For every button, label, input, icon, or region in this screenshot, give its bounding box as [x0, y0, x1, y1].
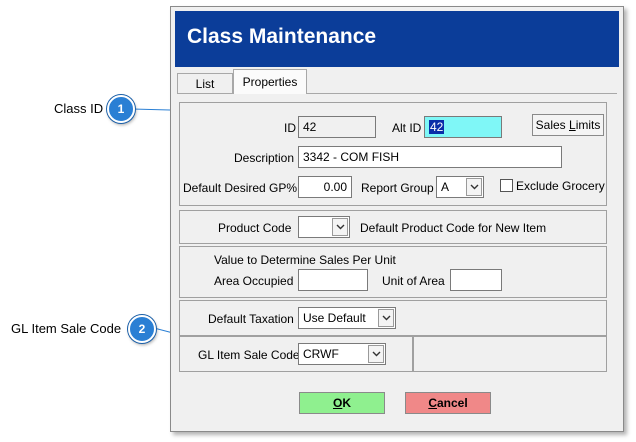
id-field[interactable]: 42 [298, 116, 376, 138]
cancel-button[interactable]: Cancel [405, 392, 491, 414]
ok-button-label: OK [332, 396, 351, 410]
gl-item-sale-code-label: GL Item Sale Code [198, 348, 300, 362]
gl-item-sale-code-value: CRWF [303, 347, 339, 361]
taxation-value: Use Default [303, 311, 366, 325]
gp-field[interactable]: 0.00 [298, 176, 352, 198]
title-bar: Class Maintenance [175, 11, 619, 67]
product-code-select[interactable] [298, 216, 350, 238]
taxation-select[interactable]: Use Default [298, 307, 396, 329]
window-title: Class Maintenance [187, 25, 377, 48]
alt-id-label: Alt ID [392, 121, 422, 135]
tab-list[interactable]: List [177, 73, 233, 94]
sales-limits-text: Sales Limits [535, 118, 601, 132]
properties-panel: ID 42 Alt ID 42 Sales Limits Description… [177, 93, 617, 428]
sales-per-unit-heading: Value to Determine Sales Per Unit [214, 253, 396, 267]
area-occupied-field[interactable] [298, 269, 368, 291]
gl-item-sale-code-group: GL Item Sale Code CRWF [179, 336, 413, 372]
alt-id-field[interactable]: 42 [424, 116, 502, 138]
callout-2-label: GL Item Sale Code [11, 321, 122, 336]
description-field[interactable]: 3342 - COM FISH [298, 146, 562, 168]
exclude-grocery-label: Exclude Grocery [516, 179, 605, 193]
taxation-group: Default Taxation Use Default [179, 300, 607, 336]
callout-1-label: Class ID [54, 101, 104, 116]
id-label: ID [284, 121, 296, 135]
report-group-select[interactable]: A [436, 176, 484, 198]
gl-side-group [413, 336, 607, 372]
ok-button[interactable]: OK [299, 392, 385, 414]
chevron-down-icon[interactable] [332, 218, 348, 236]
description-label: Description [234, 151, 295, 165]
class-maintenance-window: Class Maintenance List Properties ID 42 … [170, 6, 624, 432]
general-group: ID 42 Alt ID 42 Sales Limits Description… [179, 102, 607, 206]
tab-properties[interactable]: Properties [233, 69, 307, 94]
sales-per-unit-group: Value to Determine Sales Per Unit Area O… [179, 246, 607, 298]
sales-limits-button[interactable]: Sales Limits [532, 114, 604, 136]
exclude-grocery-checkbox[interactable] [500, 179, 513, 192]
product-code-group: Product Code Default Product Code for Ne… [179, 210, 607, 244]
cancel-button-label: Cancel [428, 396, 468, 410]
product-code-label: Product Code [218, 221, 292, 235]
callout-2-badge: 2 [128, 315, 156, 343]
unit-of-area-label: Unit of Area [382, 274, 445, 288]
callout-1-badge: 1 [107, 95, 135, 123]
area-occupied-label: Area Occupied [214, 274, 294, 288]
chevron-down-icon[interactable] [378, 309, 394, 327]
gp-label: Default Desired GP% [183, 181, 298, 195]
chevron-down-icon[interactable] [368, 345, 384, 363]
gl-item-sale-code-select[interactable]: CRWF [298, 343, 386, 365]
product-code-hint: Default Product Code for New Item [360, 221, 547, 235]
report-group-label: Report Group [361, 181, 434, 195]
unit-of-area-field[interactable] [450, 269, 502, 291]
taxation-label: Default Taxation [208, 312, 294, 326]
alt-id-value: 42 [429, 120, 445, 134]
chevron-down-icon[interactable] [466, 178, 482, 196]
report-group-value: A [441, 180, 450, 194]
